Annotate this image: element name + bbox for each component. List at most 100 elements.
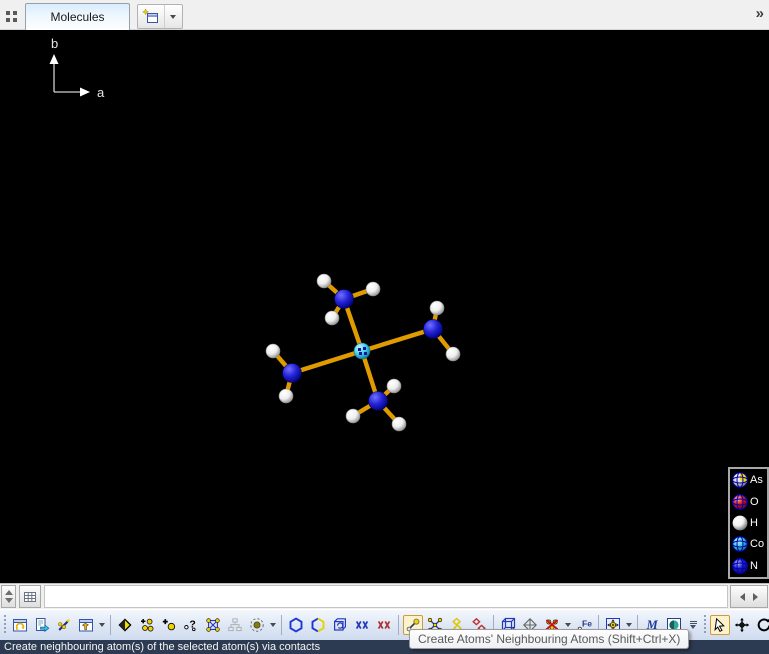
pack-molecules-icon <box>332 617 348 633</box>
atom-H <box>446 347 460 361</box>
tab-bar: Molecules » <box>0 0 769 30</box>
scroll-arrow-buttons[interactable] <box>730 585 768 608</box>
legend-entry-N: N <box>731 556 767 576</box>
molecule-blue-button[interactable] <box>286 615 306 635</box>
atom-H <box>317 274 331 288</box>
chevron-down-icon <box>170 15 176 19</box>
tooltip: Create Atoms' Neighbouring Atoms (Shift+… <box>409 629 689 649</box>
grid-squares-icon <box>4 7 22 25</box>
unknown-atom-button[interactable]: ? <box>181 615 201 635</box>
atom-N <box>335 290 354 309</box>
spinner-up-icon[interactable] <box>5 590 13 595</box>
update-structure-icon <box>12 617 28 633</box>
legend-sphere-O <box>731 493 749 511</box>
atom-style-dropdown[interactable] <box>268 615 277 635</box>
chevron-down-icon <box>690 625 696 629</box>
spinner-down-icon[interactable] <box>5 598 13 603</box>
atom-H <box>279 389 293 403</box>
chevron-down-icon <box>626 623 632 627</box>
atom-style-icon <box>249 617 265 633</box>
scene-svg: ba <box>0 30 769 583</box>
connect-atoms-icon <box>205 617 221 633</box>
layout-grid-icon[interactable] <box>4 7 22 25</box>
atom-Co <box>354 343 370 359</box>
legend-entry-O: O <box>731 492 767 512</box>
legend-sphere-N <box>731 557 749 575</box>
add-atom-button[interactable] <box>159 615 179 635</box>
update-structure-button[interactable] <box>10 615 30 635</box>
unknown-atom-icon: ? <box>183 617 199 633</box>
axis-b-label: b <box>51 36 58 51</box>
toolbar-separator <box>398 615 399 635</box>
legend-sphere-As <box>731 471 749 489</box>
molecule-split-button[interactable] <box>308 615 328 635</box>
atom-H <box>366 282 380 296</box>
export-data-button[interactable] <box>32 615 52 635</box>
build-tool-icon <box>78 617 94 633</box>
tooltip-text: Create Atoms' Neighbouring Atoms (Shift+… <box>418 632 680 646</box>
structure-wizard-button[interactable] <box>54 615 74 635</box>
horizontal-scrollbar[interactable] <box>44 585 728 608</box>
molecule-blue-icon <box>288 617 304 633</box>
legend-sphere-H <box>731 514 749 532</box>
atom-style-button[interactable] <box>247 615 267 635</box>
connect-atoms-button[interactable] <box>203 615 223 635</box>
atom-N <box>424 320 443 339</box>
atom-H <box>387 379 401 393</box>
legend-label-Co: Co <box>750 538 764 550</box>
scroll-right-icon[interactable] <box>753 593 758 601</box>
table-grid-icon <box>22 589 38 605</box>
selection-mark <box>358 348 361 351</box>
chevron-down-icon <box>99 623 105 627</box>
select-mode-button[interactable] <box>710 615 730 635</box>
legend-label-O: O <box>750 496 759 508</box>
selection-mark <box>359 352 362 355</box>
pan-mode-icon <box>734 617 750 633</box>
chevron-down-icon <box>565 623 571 627</box>
pan-mode-button[interactable] <box>732 615 752 635</box>
scroll-row <box>0 583 769 609</box>
legend-sphere-Co <box>731 535 749 553</box>
toolbar-grip[interactable] <box>703 615 706 635</box>
legend-label-H: H <box>750 517 758 529</box>
legend-entry-As: As <box>731 470 767 490</box>
atom-H <box>430 301 444 315</box>
svg-text:?: ? <box>189 618 195 630</box>
broken-bonds-blue-button[interactable] <box>352 615 372 635</box>
structure-tree-button[interactable] <box>225 615 245 635</box>
fill-coordination-icon <box>117 617 133 633</box>
select-mode-icon <box>712 617 728 633</box>
fill-coordination-button[interactable] <box>115 615 135 635</box>
new-view-dropdown[interactable] <box>164 5 180 28</box>
build-tool-button[interactable] <box>76 615 96 635</box>
tab-overflow-chevrons[interactable]: » <box>756 5 763 22</box>
atom-N <box>283 364 302 383</box>
atom-H <box>266 344 280 358</box>
toolbar-separator <box>281 615 282 635</box>
toolbar-grip[interactable] <box>3 615 6 635</box>
pack-molecules-button[interactable] <box>330 615 350 635</box>
table-view-button[interactable] <box>19 585 41 608</box>
svg-text:Fe: Fe <box>582 619 592 629</box>
scroll-left-icon[interactable] <box>740 593 745 601</box>
new-view-button[interactable] <box>137 4 183 29</box>
legend-entry-H: H <box>731 513 767 533</box>
atom-H <box>392 417 406 431</box>
structure-canvas[interactable]: ba AsOHCoN <box>0 30 769 583</box>
status-text: Create neighbouring atom(s) of the selec… <box>4 641 320 653</box>
legend-entry-Co: Co <box>731 534 767 554</box>
tab-molecules[interactable]: Molecules <box>25 3 130 30</box>
add-atom-icon <box>161 617 177 633</box>
element-legend: As OH Co N <box>728 467 769 579</box>
rotate-mode-button[interactable] <box>754 615 769 635</box>
axis-a-label: a <box>97 85 105 100</box>
broken-bonds-red-button[interactable] <box>374 615 394 635</box>
selection-mark <box>364 352 367 355</box>
build-tool-dropdown[interactable] <box>97 615 106 635</box>
export-data-icon <box>34 617 50 633</box>
add-atoms-button[interactable] <box>137 615 157 635</box>
application-window: Molecules » ba AsOHCoN <box>0 0 769 654</box>
frame-spinner[interactable] <box>1 585 16 608</box>
tab-molecules-label: Molecules <box>50 10 104 24</box>
selection-mark <box>363 347 366 350</box>
